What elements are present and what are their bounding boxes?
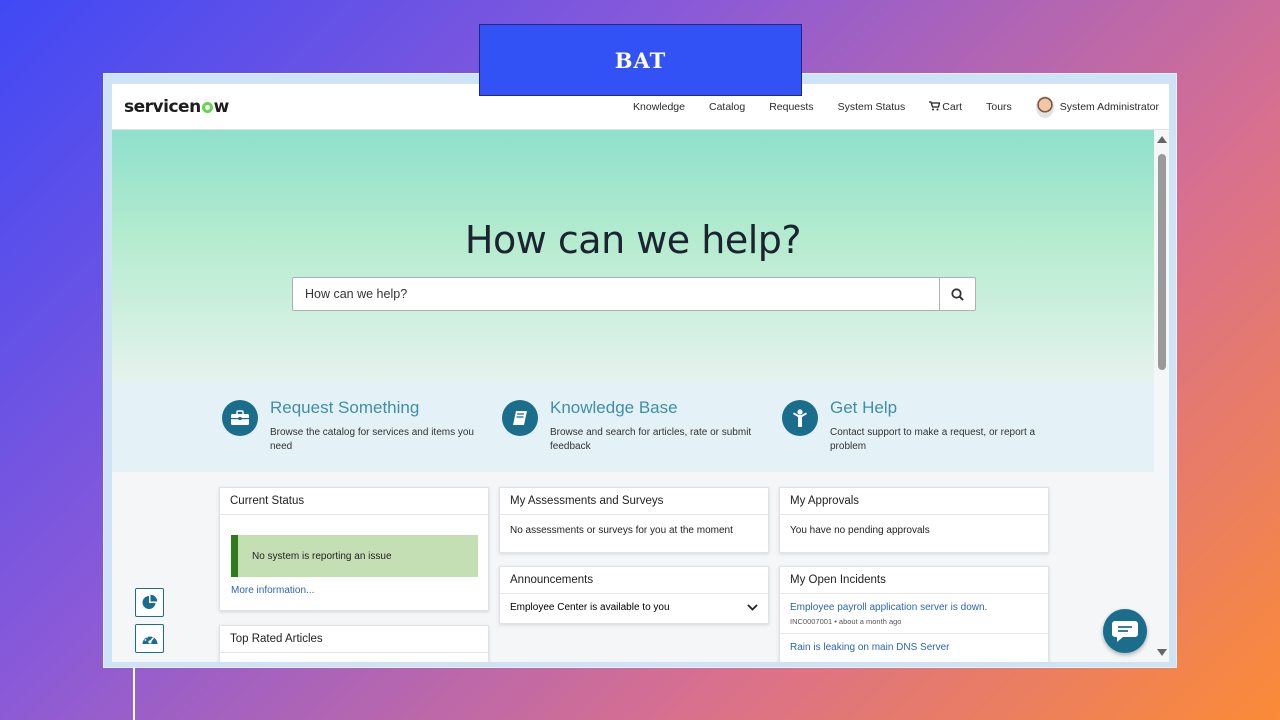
banner-label: BAT — [614, 47, 667, 73]
servicenow-logo[interactable]: servicen w — [124, 97, 229, 117]
scroll-up-arrow[interactable] — [1157, 136, 1167, 143]
person-help-icon — [782, 400, 818, 436]
scrollbar[interactable] — [1154, 130, 1169, 662]
decorative-line — [133, 668, 135, 720]
card-title: Announcements — [500, 567, 768, 594]
hero-section: How can we help? — [112, 130, 1154, 382]
card-message: You have no pending approvals — [790, 525, 930, 536]
list-item[interactable]: Employee payroll application server is d… — [780, 594, 1048, 634]
user-name: System Administrator — [1059, 101, 1159, 113]
list-item[interactable]: Rain is leaking on main DNS Server — [780, 634, 1048, 660]
card-title: My Assessments and Surveys — [500, 488, 768, 515]
current-status-card: Current Status No system is reporting an… — [219, 487, 489, 611]
chat-bubble-icon — [1112, 621, 1138, 642]
card-title: My Approvals — [780, 488, 1048, 515]
card-title: Top Rated Articles — [220, 626, 488, 653]
search-bar — [292, 277, 976, 311]
incident-meta: INC0007001 • about a month ago — [790, 617, 902, 626]
screenshot-frame: servicen w Knowledge Catalog Requests Sys… — [103, 73, 1177, 668]
status-message: No system is reporting an issue — [231, 535, 478, 577]
nav-tours[interactable]: Tours — [986, 101, 1012, 113]
user-menu[interactable]: System Administrator — [1035, 96, 1159, 118]
top-rated-articles-card: Top Rated Articles — [219, 625, 489, 662]
nav-requests[interactable]: Requests — [769, 101, 813, 113]
chevron-down-icon — [747, 604, 758, 611]
nav-cart-label: Cart — [942, 101, 963, 113]
scroll-down-arrow[interactable] — [1157, 649, 1167, 656]
nav-cart[interactable]: Cart — [929, 100, 963, 114]
quick-link-desc: Browse the catalog for services and item… — [270, 427, 474, 452]
analytics-button[interactable] — [135, 588, 164, 617]
quick-link-desc: Browse and search for articles, rate or … — [550, 427, 752, 452]
pie-chart-icon — [142, 594, 158, 609]
title-banner: BAT — [479, 24, 802, 96]
hero-title: How can we help? — [464, 218, 802, 262]
search-button[interactable] — [939, 278, 975, 310]
briefcase-icon — [222, 400, 258, 436]
performance-button[interactable] — [135, 624, 164, 653]
book-icon — [502, 400, 538, 436]
quick-link-title: Get Help — [830, 398, 898, 417]
more-information-link[interactable]: More information... — [231, 585, 477, 596]
incident-title: Employee payroll application server is d… — [790, 602, 988, 613]
search-icon — [951, 287, 964, 301]
quick-link-desc: Contact support to make a request, or re… — [830, 427, 1036, 452]
avatar — [1035, 96, 1054, 118]
scroll-thumb[interactable] — [1158, 154, 1166, 370]
open-incidents-card: My Open Incidents Employee payroll appli… — [779, 566, 1049, 662]
quick-link-title: Request Something — [270, 398, 420, 417]
assessments-card: My Assessments and Surveys No assessment… — [499, 487, 769, 553]
incident-title: Rain is leaking on main DNS Server — [790, 642, 950, 653]
nav-system-status[interactable]: System Status — [838, 101, 906, 113]
quick-links: Request Something Browse the catalog for… — [112, 382, 1154, 472]
announcements-card: Announcements Employee Center is availab… — [499, 566, 769, 624]
cart-icon — [929, 100, 941, 114]
nav-catalog[interactable]: Catalog — [709, 101, 745, 113]
portal-window: servicen w Knowledge Catalog Requests Sys… — [112, 84, 1169, 662]
approvals-card: My Approvals You have no pending approva… — [779, 487, 1049, 553]
dashboard-gauge-icon — [142, 634, 157, 644]
search-input[interactable] — [293, 278, 939, 310]
card-message: No assessments or surveys for you at the… — [510, 525, 733, 536]
announcement-text: Employee Center is available to you — [510, 602, 670, 613]
card-title: My Open Incidents — [780, 567, 1048, 594]
nav-knowledge[interactable]: Knowledge — [633, 101, 685, 113]
announcement-item[interactable]: Employee Center is available to you — [500, 594, 768, 621]
card-title: Current Status — [220, 488, 488, 515]
chat-button[interactable] — [1103, 609, 1147, 653]
quick-link-title: Knowledge Base — [550, 398, 678, 417]
